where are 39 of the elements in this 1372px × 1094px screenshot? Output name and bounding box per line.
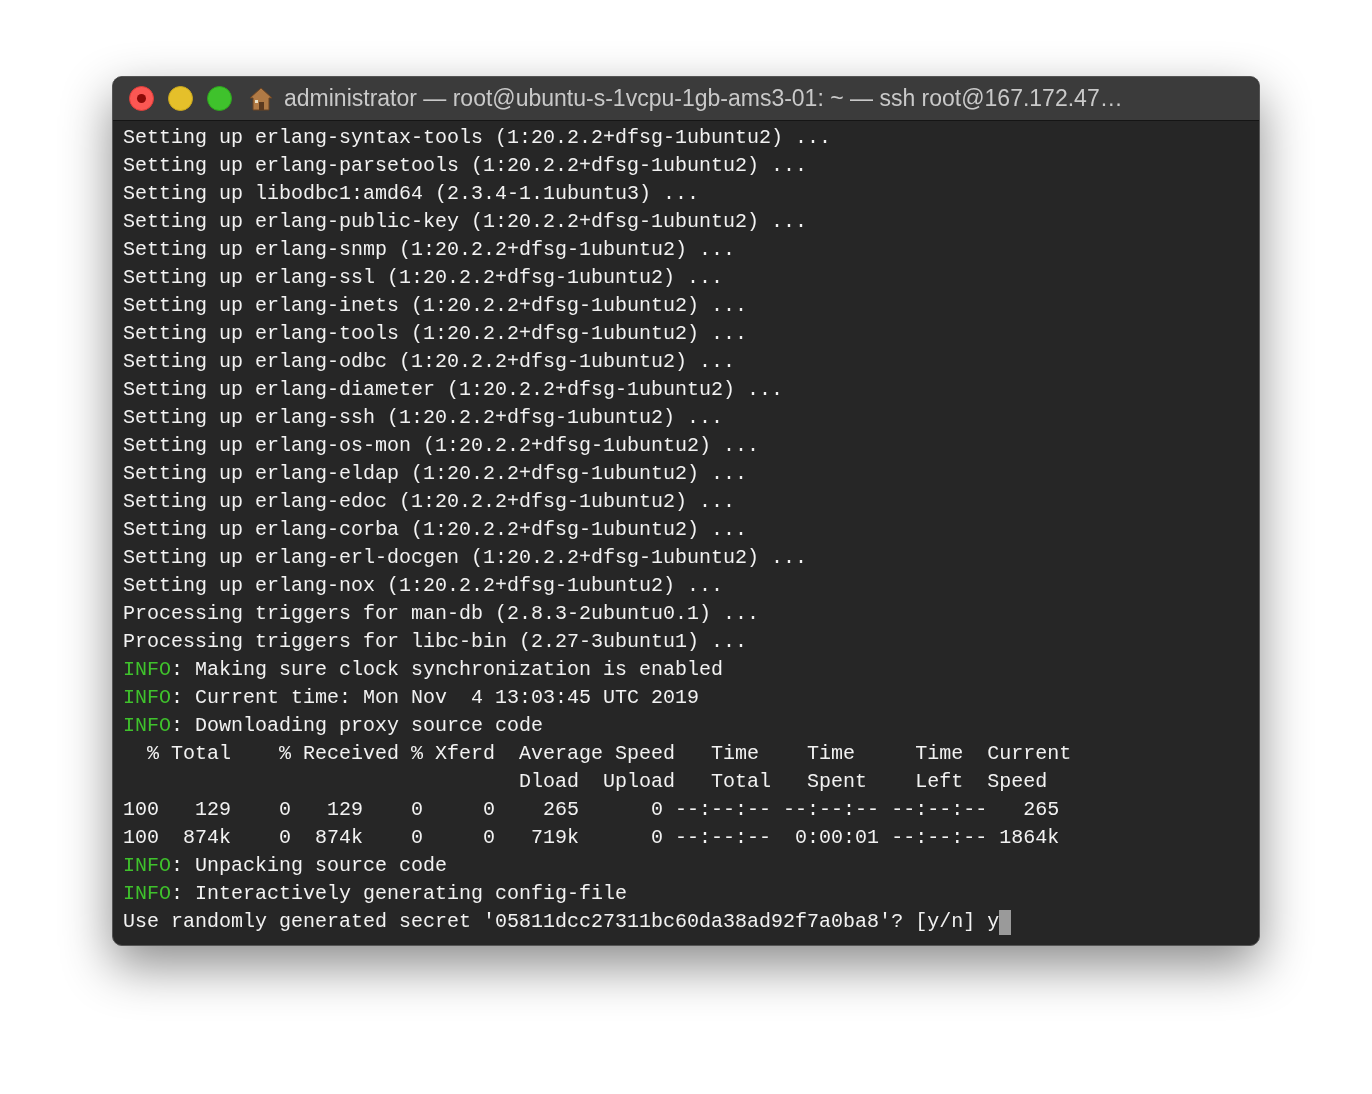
- zoom-button[interactable]: [207, 86, 232, 111]
- terminal-line: Processing triggers for man-db (2.8.3-2ubuntu0.1) ...: [123, 601, 760, 627]
- terminal-line: Setting up libodbc1:amd64 (2.3.4-1.1ubuntu3) ...: [123, 181, 700, 207]
- terminal-line: Setting up erlang-eldap (1:20.2.2+dfsg-1ubuntu2) ...: [123, 461, 748, 487]
- info-tag: INFO: [123, 852, 171, 880]
- terminal-line: Setting up erlang-diameter (1:20.2.2+dfsg-1ubuntu2) ...: [123, 377, 784, 403]
- close-button[interactable]: [129, 86, 154, 111]
- terminal-line: Setting up erlang-edoc (1:20.2.2+dfsg-1ubuntu2) ...: [123, 489, 736, 515]
- terminal-line: Setting up erlang-erl-docgen (1:20.2.2+dfsg-1ubuntu2) ...: [123, 545, 808, 571]
- terminal-line: Setting up erlang-corba (1:20.2.2+dfsg-1ubuntu2) ...: [123, 517, 748, 543]
- terminal-line: % Total % Received % Xferd Average Speed Time Time Time Current: [146, 741, 1072, 767]
- terminal-line: Setting up erlang-parsetools (1:20.2.2+dfsg-1ubuntu2) ...: [123, 153, 808, 179]
- terminal-line: 100 129 0 129 0 0 265 0 --:--:-- --:--:-- --:--:-- 265: [123, 797, 1060, 823]
- terminal-line: Setting up erlang-ssh (1:20.2.2+dfsg-1ubuntu2) ...: [123, 405, 724, 431]
- terminal-line: Setting up erlang-tools (1:20.2.2+dfsg-1ubuntu2) ...: [123, 321, 748, 347]
- terminal-line: : Making sure clock synchronization is enabled: [171, 657, 724, 683]
- terminal-line: Setting up erlang-inets (1:20.2.2+dfsg-1ubuntu2) ...: [123, 293, 748, 319]
- prompt-line: Use randomly generated secret '05811dcc27311bc60da38ad92f7a0ba8'? [y/n] y: [123, 909, 1000, 935]
- terminal-line: : Current time: Mon Nov 4 13:03:45 UTC 2019: [171, 685, 700, 711]
- terminal-line: : Downloading proxy source code: [171, 713, 544, 739]
- terminal-line: : Interactively generating config-file: [171, 881, 628, 907]
- terminal-line: Setting up erlang-ssl (1:20.2.2+dfsg-1ubuntu2) ...: [123, 265, 724, 291]
- info-tag: INFO: [123, 880, 171, 908]
- minimize-button[interactable]: [168, 86, 193, 111]
- terminal-line: 100 874k 0 874k 0 0 719k 0 --:--:-- 0:00:01 --:--:-- 1864k: [123, 825, 1060, 851]
- terminal-line: : Unpacking source code: [171, 853, 448, 879]
- terminal-line: Setting up erlang-odbc (1:20.2.2+dfsg-1ubuntu2) ...: [123, 349, 736, 375]
- terminal-line: Setting up erlang-syntax-tools (1:20.2.2+dfsg-1ubuntu2) ...: [123, 125, 832, 151]
- info-tag: INFO: [123, 712, 171, 740]
- info-tag: INFO: [123, 656, 171, 684]
- terminal-line: Setting up erlang-nox (1:20.2.2+dfsg-1ubuntu2) ...: [123, 573, 724, 599]
- window-title: administrator — root@ubuntu-s-1vcpu-1gb-ams3-01: ~ — ssh root@167.172.47…: [284, 84, 1123, 114]
- terminal-line: Setting up erlang-os-mon (1:20.2.2+dfsg-1ubuntu2) ...: [123, 433, 760, 459]
- info-tag: INFO: [123, 684, 171, 712]
- house-icon: [248, 85, 274, 112]
- terminal-line: Setting up erlang-snmp (1:20.2.2+dfsg-1ubuntu2) ...: [123, 237, 736, 263]
- terminal-line: Processing triggers for libc-bin (2.27-3ubuntu1) ...: [123, 629, 748, 655]
- terminal-line: Setting up erlang-public-key (1:20.2.2+dfsg-1ubuntu2) ...: [123, 209, 808, 235]
- terminal-line: Dload Upload Total Spent Left Speed: [518, 769, 1048, 795]
